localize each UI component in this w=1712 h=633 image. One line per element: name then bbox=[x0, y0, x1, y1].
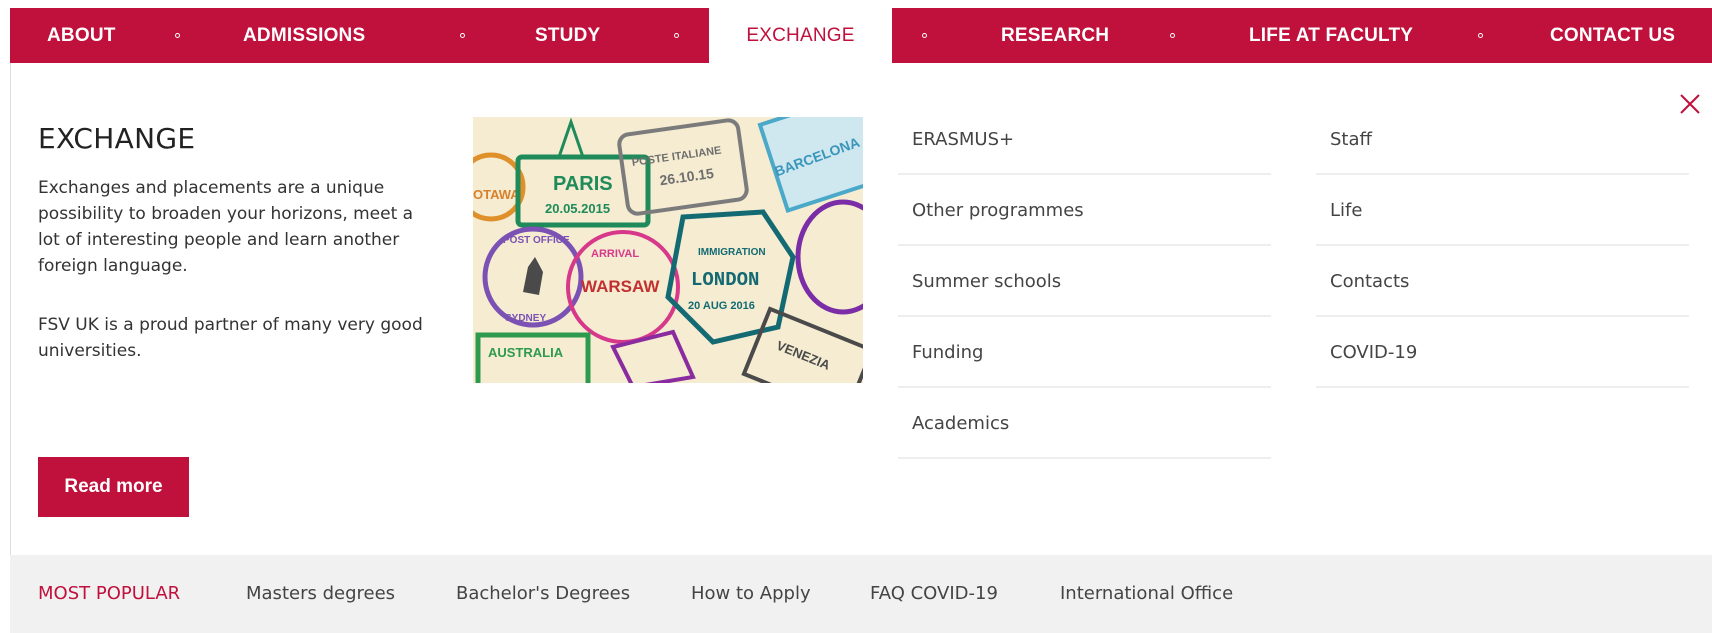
nav-item-about[interactable]: ABOUT bbox=[47, 8, 116, 63]
exchange-title: EXCHANGE bbox=[38, 122, 196, 155]
svg-text:POST OFFICE: POST OFFICE bbox=[503, 235, 570, 246]
dot-icon bbox=[175, 33, 180, 38]
most-popular-bar: MOST POPULAR Masters degrees Bachelor's … bbox=[10, 555, 1712, 633]
link-covid-19[interactable]: COVID-19 bbox=[1316, 317, 1689, 388]
svg-text:20.05.2015: 20.05.2015 bbox=[545, 201, 610, 216]
nav-item-contact-us[interactable]: CONTACT US bbox=[1550, 8, 1675, 63]
svg-text:PARIS: PARIS bbox=[553, 173, 613, 195]
svg-text:WARSAW: WARSAW bbox=[581, 277, 660, 296]
nav-item-admissions[interactable]: ADMISSIONS bbox=[243, 8, 365, 63]
svg-text:ARRIVAL: ARRIVAL bbox=[591, 248, 639, 260]
svg-text:20 AUG 2016: 20 AUG 2016 bbox=[688, 300, 755, 312]
exchange-description: Exchanges and placements are a unique po… bbox=[38, 178, 414, 276]
link-staff[interactable]: Staff bbox=[1316, 104, 1689, 175]
dot-icon bbox=[674, 33, 679, 38]
link-other-programmes[interactable]: Other programmes bbox=[898, 175, 1271, 246]
passport-stamps-illustration: BARCELONA OTAWA PARIS 20.05.2015 POSTE I… bbox=[473, 117, 863, 383]
svg-text:IMMIGRATION: IMMIGRATION bbox=[698, 247, 766, 258]
link-life[interactable]: Life bbox=[1316, 175, 1689, 246]
svg-text:SYDNEY: SYDNEY bbox=[505, 313, 546, 324]
svg-text:OTAWA: OTAWA bbox=[473, 187, 520, 202]
main-navigation: ABOUT ADMISSIONS STUDY EXCHANGE RESEARCH… bbox=[10, 8, 1712, 63]
dot-icon bbox=[460, 33, 465, 38]
nav-item-exchange[interactable]: EXCHANGE bbox=[709, 8, 892, 63]
link-how-to-apply[interactable]: How to Apply bbox=[691, 555, 811, 633]
dot-icon bbox=[1478, 33, 1483, 38]
svg-text:AUSTRALIA: AUSTRALIA bbox=[488, 345, 564, 360]
nav-item-research[interactable]: RESEARCH bbox=[1001, 8, 1109, 63]
exchange-description-secondary: FSV UK is a proud partner of many very g… bbox=[38, 315, 423, 361]
link-academics[interactable]: Academics bbox=[898, 388, 1271, 459]
dot-icon bbox=[1170, 33, 1175, 38]
passport-stamps-image: BARCELONA OTAWA PARIS 20.05.2015 POSTE I… bbox=[473, 117, 863, 383]
exchange-links-column-2: Staff Life Contacts COVID-19 bbox=[1316, 104, 1689, 388]
dot-icon bbox=[922, 33, 927, 38]
svg-text:LONDON: LONDON bbox=[691, 269, 759, 291]
read-more-button[interactable]: Read more bbox=[38, 457, 189, 517]
link-contacts[interactable]: Contacts bbox=[1316, 246, 1689, 317]
nav-item-life-at-faculty[interactable]: LIFE AT FACULTY bbox=[1249, 8, 1413, 63]
link-international-office[interactable]: International Office bbox=[1060, 555, 1233, 633]
link-erasmus[interactable]: ERASMUS+ bbox=[898, 104, 1271, 175]
link-summer-schools[interactable]: Summer schools bbox=[898, 246, 1271, 317]
exchange-links-column-1: ERASMUS+ Other programmes Summer schools… bbox=[898, 104, 1271, 459]
nav-item-study[interactable]: STUDY bbox=[535, 8, 600, 63]
link-faq-covid-19[interactable]: FAQ COVID-19 bbox=[870, 555, 998, 633]
most-popular-label: MOST POPULAR bbox=[38, 583, 181, 604]
link-funding[interactable]: Funding bbox=[898, 317, 1271, 388]
link-bachelors-degrees[interactable]: Bachelor's Degrees bbox=[456, 555, 630, 633]
link-masters-degrees[interactable]: Masters degrees bbox=[246, 555, 395, 633]
